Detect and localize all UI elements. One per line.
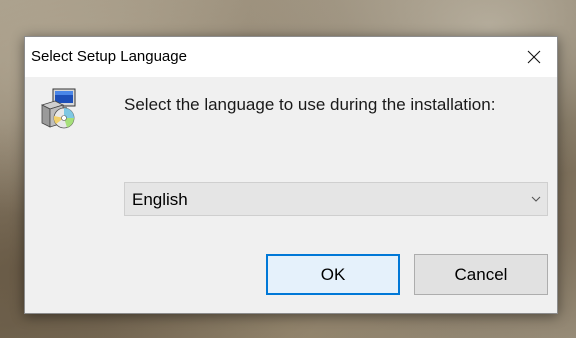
close-button[interactable] xyxy=(511,37,557,77)
ok-button[interactable]: OK xyxy=(266,254,400,295)
chevron-down-icon xyxy=(531,196,541,202)
setup-installer-icon xyxy=(40,88,76,129)
window-title: Select Setup Language xyxy=(31,48,187,65)
language-prompt: Select the language to use during the in… xyxy=(124,95,496,114)
selected-language: English xyxy=(132,190,188,209)
close-icon xyxy=(527,50,541,64)
language-select[interactable]: English xyxy=(124,182,548,216)
title-bar[interactable]: Select Setup Language xyxy=(25,37,557,77)
cancel-button[interactable]: Cancel xyxy=(414,254,548,295)
setup-language-dialog: Select Setup Language Select the languag… xyxy=(24,36,558,314)
